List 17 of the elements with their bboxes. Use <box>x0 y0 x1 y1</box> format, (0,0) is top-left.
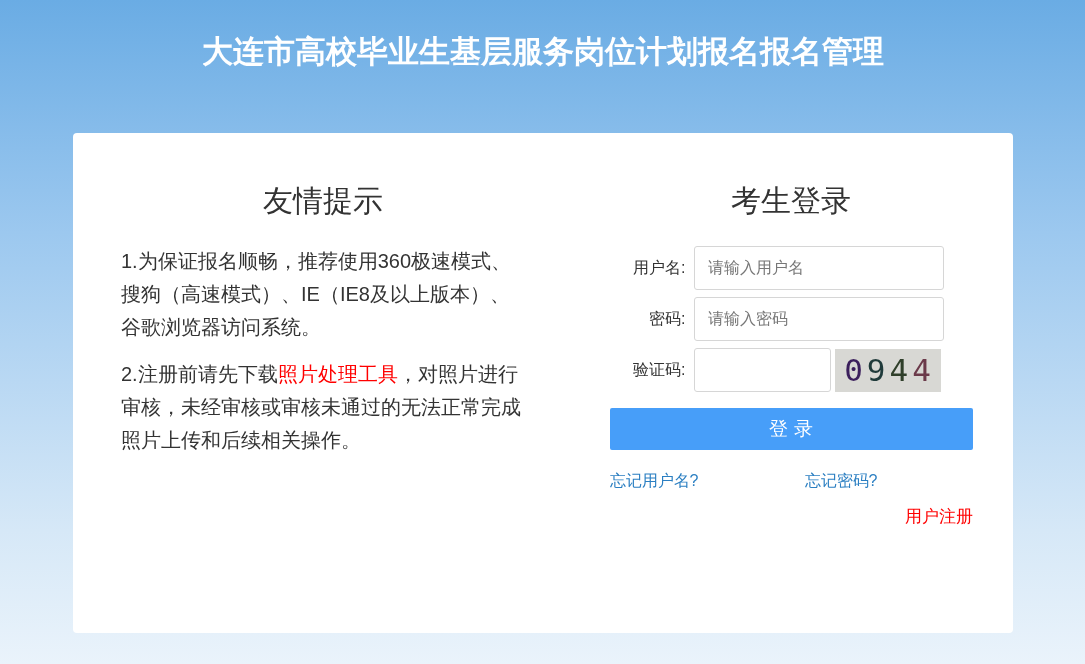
notice-title: 友情提示 <box>262 183 383 219</box>
notice-paragraph: 2.注册前请先下载照片处理工具，对照片进行审核，未经审核或审核未通过的无法正常完成照片上传和后续相关操作。 <box>121 362 522 453</box>
page-title: 大连市高校毕业生基层服务岗位计划报名报名管理 <box>201 33 884 71</box>
notice-paragraph: 1.为保证报名顺畅，推荐使用360极速模式、搜狗（高速模式）、IE（IE8及以上版本）、谷歌浏览器访问系统。 <box>121 249 513 340</box>
field-label: 验证码: <box>632 360 687 380</box>
field-label: 密码: <box>648 309 687 329</box>
username-input[interactable]: 请输入用户名 <box>693 246 944 290</box>
login-button[interactable]: 登 录 <box>609 408 973 450</box>
photo-tool-link[interactable]: 照片处理工具 <box>277 363 398 385</box>
forgot-password-link[interactable]: 忘记密码? <box>804 469 878 493</box>
captcha-input[interactable] <box>693 348 831 392</box>
register-link[interactable]: 用户注册 <box>904 504 973 530</box>
captcha-image[interactable]: 0944 <box>834 348 941 392</box>
password-input[interactable]: 请输入密码 <box>693 297 944 341</box>
field-label: 用户名: <box>632 258 687 278</box>
forgot-username-link[interactable]: 忘记用户名? <box>609 469 805 493</box>
login-title: 考生登录 <box>730 183 852 219</box>
